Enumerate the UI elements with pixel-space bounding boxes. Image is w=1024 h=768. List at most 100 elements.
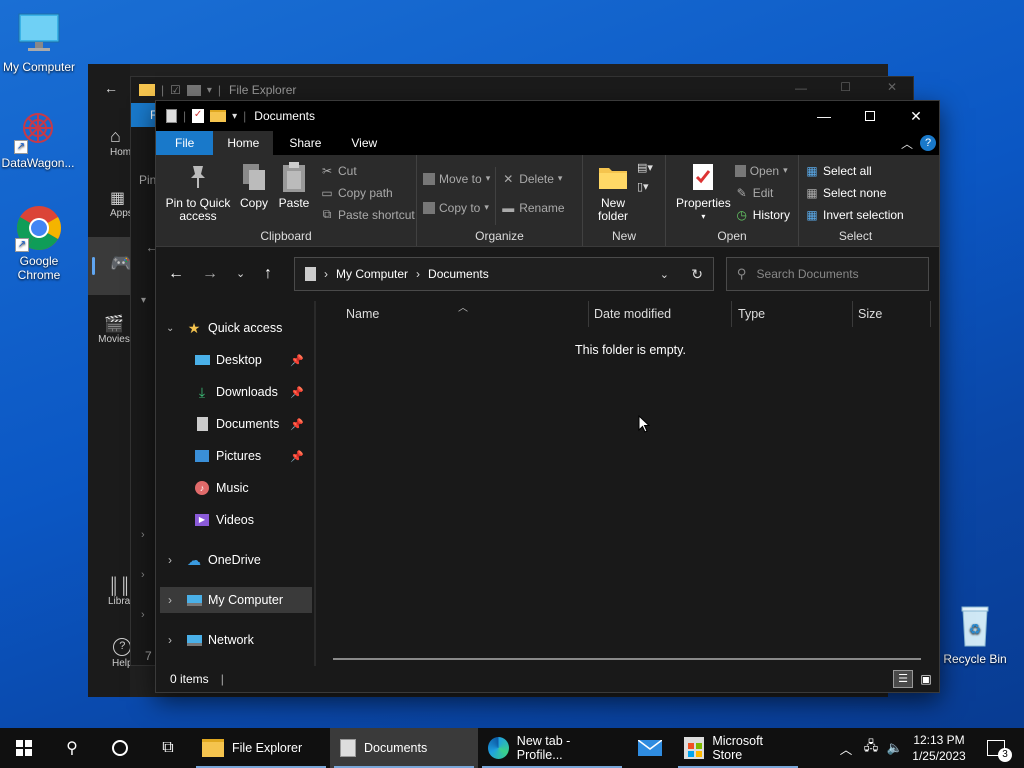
bg-minimize-button[interactable]: —	[795, 81, 807, 95]
nav-documents[interactable]: Documents 📌	[194, 411, 312, 437]
help-icon[interactable]: ?	[920, 135, 936, 151]
desktop-icon-datawagon[interactable]: ↗ DataWagon...	[0, 106, 76, 170]
close-button[interactable]: ✕	[893, 101, 939, 131]
history-button[interactable]: ◷ History	[735, 205, 790, 224]
document-icon[interactable]	[166, 109, 177, 123]
refresh-icon[interactable]: ↻	[691, 266, 703, 283]
nav-videos[interactable]: ▶ Videos	[194, 507, 254, 533]
status-separator: |	[220, 672, 224, 686]
title-bar[interactable]: | ✓ ▾ | Documents — ✕	[156, 101, 939, 131]
taskbar-app-microsoft-store[interactable]: Microsoft Store	[674, 728, 802, 768]
bg-chevron-right-icon[interactable]: ›	[141, 569, 145, 581]
bg-sidebar-games-selected[interactable]: 🎮	[88, 237, 132, 295]
up-button[interactable]: ↑	[264, 265, 272, 283]
column-header-date-modified[interactable]: Date modified	[594, 307, 671, 321]
large-icons-view-button[interactable]: ▣	[917, 670, 935, 688]
invert-selection-button[interactable]: ▦ Invert selection	[805, 205, 903, 224]
tab-share[interactable]: Share	[273, 131, 337, 155]
breadcrumb-documents[interactable]: Documents	[428, 267, 489, 281]
file-list[interactable]: ︿ Name Date modified Type Size This fold…	[316, 301, 939, 668]
taskbar-app-file-explorer[interactable]: File Explorer	[192, 728, 330, 768]
tab-view[interactable]: View	[337, 131, 391, 155]
tab-home[interactable]: Home	[213, 131, 274, 155]
search-input[interactable]: ⚲ Search Documents	[726, 257, 929, 291]
chevron-right-icon[interactable]: ›	[168, 553, 172, 567]
desktop-icon-chrome[interactable]: ↗ Google Chrome	[1, 204, 77, 282]
taskbar-mail-button[interactable]	[626, 728, 674, 768]
network-tray-button[interactable]: 🖧	[860, 728, 882, 768]
desktop-icon-recycle-bin[interactable]: ♻ Recycle Bin	[937, 602, 1013, 666]
show-hidden-icons-button[interactable]: ︿	[836, 728, 856, 768]
column-separator[interactable]	[588, 301, 589, 327]
new-item-icon[interactable]: ▤▾	[637, 161, 653, 174]
bg-chevron-right-icon[interactable]: ›	[141, 529, 145, 541]
column-separator[interactable]	[731, 301, 732, 327]
clock[interactable]: 12:13 PM 1/25/2023	[908, 728, 970, 768]
nav-quick-access[interactable]: ★ Quick access	[186, 315, 283, 341]
horizontal-scrollbar[interactable]	[333, 658, 921, 660]
paste-shortcut-button[interactable]: ⧉ Paste shortcut	[320, 205, 415, 224]
bg-chevron-right-icon[interactable]: ›	[141, 609, 145, 621]
select-all-button[interactable]: ▦ Select all	[805, 161, 904, 180]
move-to-button[interactable]: Move to ▾	[423, 169, 490, 188]
svg-text:♻: ♻	[969, 621, 982, 637]
address-dropdown-icon[interactable]: ⌄	[660, 268, 669, 281]
open-button[interactable]: Open ▾	[734, 161, 790, 180]
nav-desktop[interactable]: Desktop 📌	[194, 347, 312, 373]
forward-button[interactable]: →	[202, 265, 218, 283]
bg-chevron-icon[interactable]: ▾	[141, 295, 146, 306]
nav-network[interactable]: Network	[186, 627, 254, 653]
desktop-icon-my-computer[interactable]: My Computer	[1, 10, 77, 74]
nav-downloads[interactable]: ⤓ Downloads 📌	[194, 379, 312, 405]
volume-tray-button[interactable]: 🔈	[884, 728, 906, 768]
start-button[interactable]	[0, 728, 48, 768]
videos-icon: ▶	[194, 512, 210, 528]
back-arrow-icon[interactable]: ←	[104, 80, 118, 96]
nav-pictures[interactable]: Pictures 📌	[194, 443, 312, 469]
chevron-right-icon[interactable]: ›	[168, 633, 172, 647]
bg-close-button[interactable]: ✕	[887, 80, 897, 94]
column-separator[interactable]	[852, 301, 853, 327]
bg-sidebar-movies[interactable]: 🎬 Movies	[96, 314, 132, 345]
file-explorer-window[interactable]: | ✓ ▾ | Documents — ✕ File Home Share Vi…	[155, 100, 940, 693]
details-view-button[interactable]: ☰	[893, 670, 913, 688]
minimize-button[interactable]: —	[801, 101, 847, 131]
task-view-button[interactable]: ⧉	[144, 728, 192, 768]
column-header-name[interactable]: Name	[346, 307, 379, 321]
tab-file[interactable]: File	[156, 131, 214, 155]
recent-locations-button[interactable]: ⌄	[236, 267, 245, 280]
action-center-button[interactable]: 3	[976, 728, 1016, 768]
select-none-button[interactable]: ▦ Select none	[805, 183, 904, 202]
nav-onedrive[interactable]: ☁ OneDrive	[186, 547, 261, 573]
address-bar[interactable]: › My Computer › Documents ⌄ ↻	[294, 257, 714, 291]
column-header-type[interactable]: Type	[738, 307, 765, 321]
search-button[interactable]: ⚲	[48, 728, 96, 768]
column-header-size[interactable]: Size	[858, 307, 882, 321]
cortana-button[interactable]	[96, 728, 144, 768]
bg-sidebar-library[interactable]: ║║ Libra	[108, 578, 131, 607]
edit-button[interactable]: ✎ Edit	[735, 183, 790, 202]
bg-tab-file[interactable]: Fi	[131, 103, 160, 127]
item-count: 0 items	[170, 672, 209, 686]
breadcrumb-my-computer[interactable]: My Computer	[336, 267, 408, 281]
properties-check-icon[interactable]: ✓	[192, 109, 205, 123]
column-separator[interactable]	[930, 301, 931, 327]
collapse-ribbon-icon[interactable]: ︿	[901, 135, 913, 152]
easy-access-icon[interactable]: ▯▾	[637, 180, 653, 193]
new-folder-icon[interactable]	[210, 110, 227, 122]
nav-music[interactable]: ♪ Music	[194, 475, 249, 501]
copy-to-button[interactable]: Copy to ▾	[423, 198, 490, 217]
chevron-down-icon[interactable]: ⌄	[166, 323, 174, 334]
nav-my-computer[interactable]: My Computer	[186, 587, 283, 613]
customize-toolbar-icon[interactable]: ▾	[232, 111, 237, 122]
chevron-right-icon[interactable]: ›	[168, 593, 172, 607]
taskbar-app-edge[interactable]: New tab - Profile...	[478, 728, 626, 768]
back-button[interactable]: ←	[168, 265, 184, 283]
maximize-button[interactable]	[847, 101, 893, 131]
delete-button[interactable]: ✕ Delete ▾	[501, 169, 564, 188]
taskbar-app-documents[interactable]: Documents	[330, 728, 478, 768]
bg-maximize-button[interactable]: ☐	[840, 80, 851, 94]
rename-button[interactable]: ▬ Rename	[501, 198, 564, 217]
cut-button[interactable]: ✂ Cut	[320, 161, 415, 180]
copy-path-button[interactable]: ▭ Copy path	[320, 183, 415, 202]
